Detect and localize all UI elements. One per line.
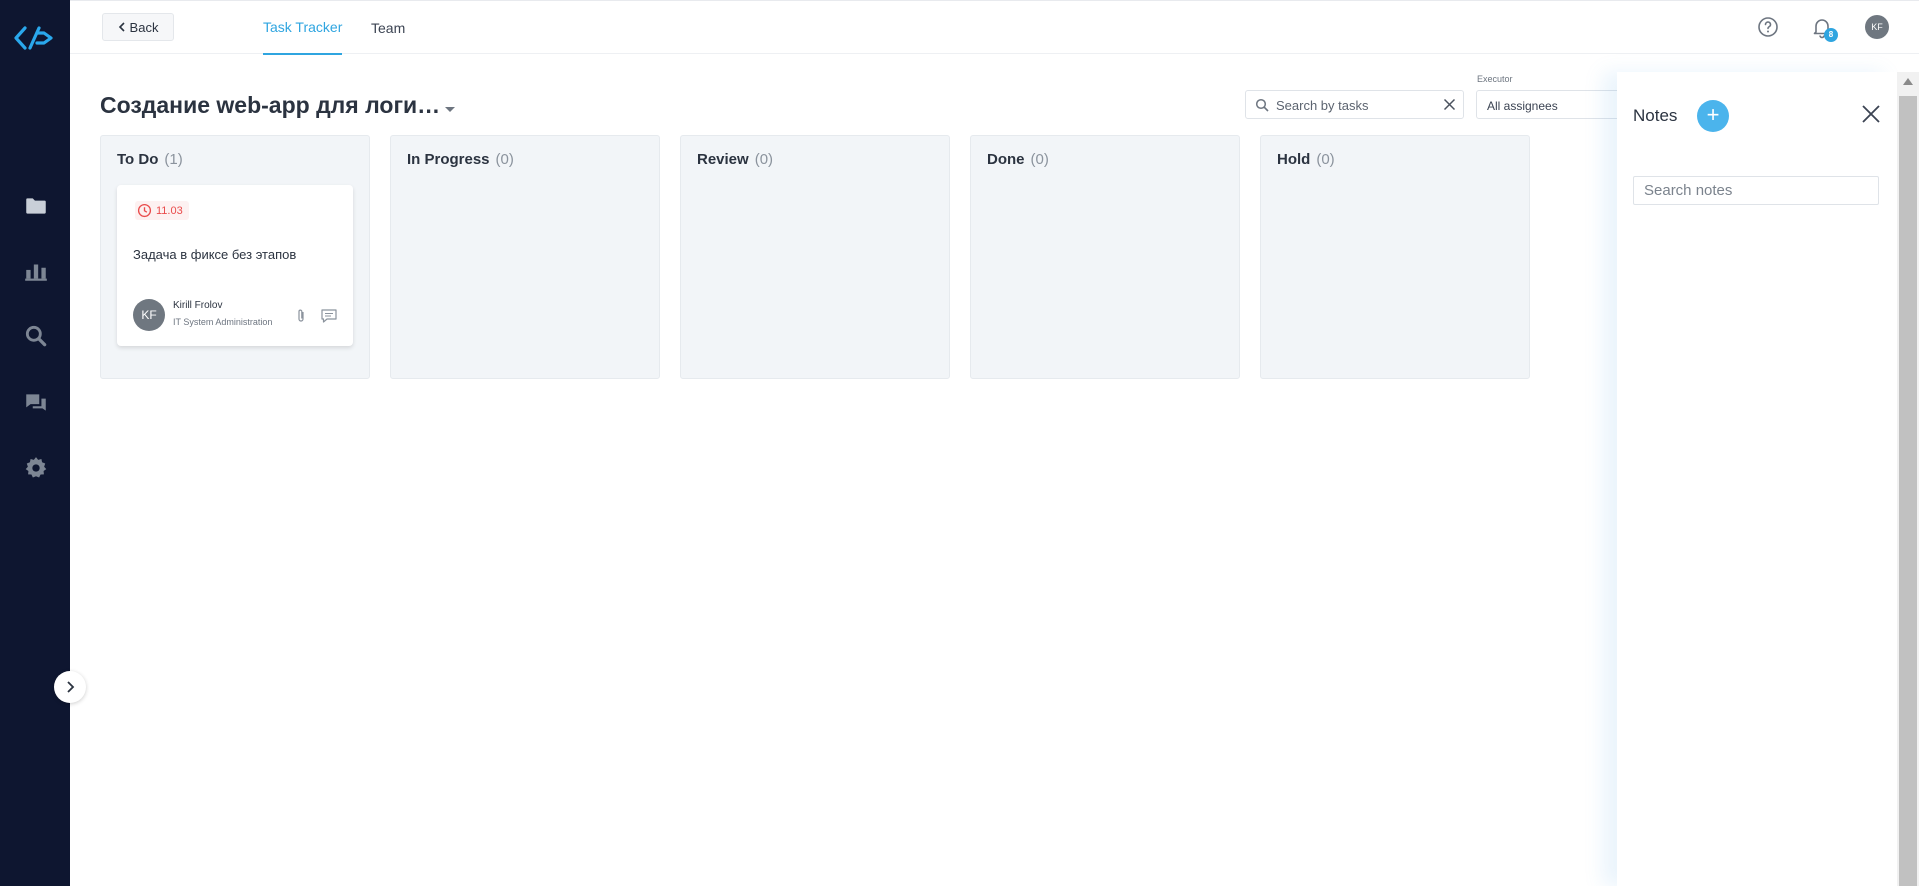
scrollbar-thumb[interactable]: [1899, 96, 1917, 886]
close-icon[interactable]: [1860, 103, 1882, 125]
task-card[interactable]: 11.03 Задача в фиксе без этапов KF Kiril…: [117, 185, 353, 346]
chat-icon[interactable]: [23, 390, 49, 416]
help-icon[interactable]: [1756, 15, 1780, 39]
column-count: (0): [754, 151, 774, 168]
gear-icon[interactable]: [23, 455, 49, 481]
bar-chart-icon[interactable]: [23, 258, 49, 284]
task-search-input[interactable]: [1276, 95, 1436, 115]
sidebar: [0, 0, 70, 886]
user-avatar[interactable]: KF: [1865, 15, 1889, 39]
column-hold: Hold (0): [1260, 135, 1530, 379]
scrollbar[interactable]: [1897, 72, 1919, 886]
column-title: To Do: [117, 151, 159, 168]
column-to-do: To Do (1) 11.03 Задача в фиксе без этапов…: [100, 135, 370, 379]
search-icon[interactable]: [23, 323, 49, 349]
add-note-button[interactable]: +: [1697, 100, 1729, 132]
column-title: Done: [987, 151, 1025, 168]
chevron-right-icon: [67, 681, 75, 693]
caret-down-icon[interactable]: [444, 101, 456, 112]
column-header: Hold (0): [1277, 151, 1335, 168]
comment-icon[interactable]: [320, 308, 338, 324]
top-bar: Back Task Tracker Team 8 KF: [70, 0, 1919, 55]
column-header: Review (0): [697, 151, 773, 168]
executor-select[interactable]: All assignees: [1476, 90, 1626, 119]
column-count: (0): [1030, 151, 1049, 168]
notes-title: Notes: [1633, 106, 1678, 125]
column-title: Review: [697, 151, 749, 168]
expand-sidebar-button[interactable]: [54, 671, 86, 703]
back-label: Back: [129, 19, 159, 35]
paperclip-icon[interactable]: [295, 308, 307, 324]
back-button[interactable]: Back: [102, 13, 174, 41]
clear-icon[interactable]: [1443, 98, 1456, 111]
search-icon: [1255, 98, 1269, 112]
tab-task-tracker[interactable]: Task Tracker: [263, 1, 343, 55]
chevron-left-icon: [118, 22, 125, 32]
task-title: Задача в фиксе без этапов: [133, 247, 297, 262]
folder-icon[interactable]: [23, 193, 49, 219]
scroll-up-arrow-icon[interactable]: [1903, 78, 1913, 85]
column-count: (0): [495, 151, 514, 168]
bell-icon[interactable]: 8: [1810, 15, 1838, 42]
due-date: 11.03: [156, 204, 183, 217]
assignee-name: Kirill Frolov: [173, 300, 223, 311]
notification-badge: 8: [1824, 28, 1838, 42]
column-title: In Progress: [407, 151, 490, 168]
assignee-avatar: KF: [133, 299, 165, 331]
notes-panel: Notes +: [1617, 72, 1897, 886]
column-done: Done (0): [970, 135, 1240, 379]
assignee-department: IT System Administration: [173, 317, 273, 327]
column-header: To Do (1): [117, 151, 183, 168]
clock-icon: [137, 203, 152, 218]
column-review: Review (0): [680, 135, 950, 379]
notes-search-input[interactable]: [1633, 176, 1879, 205]
executor-label: Executor: [1477, 74, 1513, 84]
column-count: (0): [1316, 151, 1335, 168]
tab-team[interactable]: Team: [371, 1, 405, 55]
project-title: Создание web-app для логи…: [100, 92, 441, 118]
column-header: In Progress (0): [407, 151, 514, 168]
brand-logo[interactable]: [13, 24, 57, 52]
column-count: (1): [164, 151, 183, 168]
column-title: Hold: [1277, 151, 1311, 168]
due-date-badge: 11.03: [135, 201, 189, 220]
task-search-box: [1245, 90, 1464, 119]
column-header: Done (0): [987, 151, 1049, 168]
column-in-progress: In Progress (0): [390, 135, 660, 379]
